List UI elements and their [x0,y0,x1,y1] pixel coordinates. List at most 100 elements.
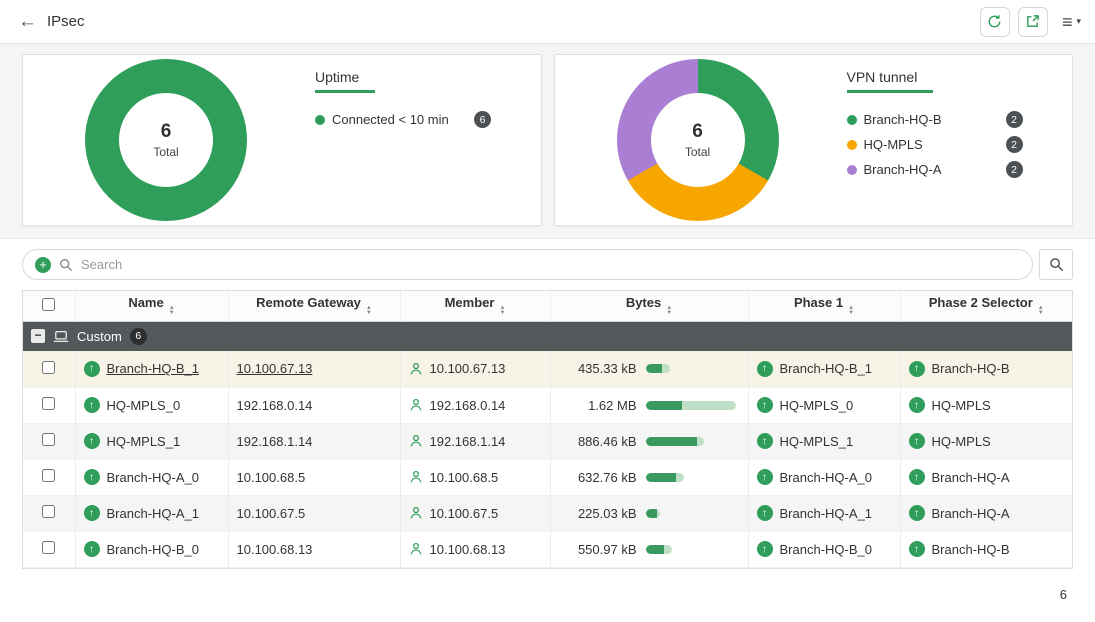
tunnel-name[interactable]: HQ-MPLS_0 [107,398,181,413]
tunnel-up-icon: ↑ [84,505,100,521]
phase2-name: Branch-HQ-B [932,361,1010,376]
user-icon [409,362,423,376]
column-header-member[interactable]: Member▲▼ [400,291,550,321]
tunnel-up-icon: ↑ [909,541,925,557]
phase2-name: Branch-HQ-A [932,506,1010,521]
bytes-value: 1.62 MB [559,398,637,413]
search-box[interactable]: + [22,249,1033,280]
refresh-button[interactable] [980,7,1010,37]
tunnel-name[interactable]: Branch-HQ-A_0 [107,470,199,485]
row-checkbox[interactable] [42,505,55,518]
topbar-actions: ≡ ▾ [980,7,1081,37]
donut-total: 6 [685,121,710,143]
search-button[interactable] [1039,249,1073,280]
vpn-tunnel-donut-chart[interactable]: 6 Total [617,59,779,221]
legend-label: Branch-HQ-A [864,162,942,177]
hamburger-menu-button[interactable]: ≡ ▾ [1062,13,1081,31]
row-checkbox[interactable] [42,361,55,374]
search-icon [59,258,73,272]
user-icon [409,542,423,556]
row-checkbox[interactable] [42,433,55,446]
member-ip: 10.100.67.5 [430,506,499,521]
bytes-value: 435.33 kB [559,361,637,376]
tunnel-up-icon: ↑ [757,397,773,413]
collapse-icon[interactable]: − [31,329,45,343]
row-checkbox[interactable] [42,469,55,482]
bytes-bar [646,437,704,446]
legend-dot [847,115,857,125]
bytes-bar [646,401,736,410]
tunnel-up-icon: ↑ [909,397,925,413]
sort-icon: ▲▼ [169,306,175,316]
add-filter-button[interactable]: + [35,257,51,273]
popout-button[interactable] [1018,7,1048,37]
legend-count-badge: 2 [1006,161,1023,178]
table-row[interactable]: ↑Branch-HQ-B_0 10.100.68.13 10.100.68.13… [23,531,1072,567]
tunnel-up-icon: ↑ [757,505,773,521]
legend-label: HQ-MPLS [864,137,923,152]
tunnel-up-icon: ↑ [757,541,773,557]
table-row[interactable]: ↑HQ-MPLS_0 192.168.0.14 192.168.0.14 1.6… [23,387,1072,423]
tunnel-up-icon: ↑ [909,469,925,485]
table-row[interactable]: ↑HQ-MPLS_1 192.168.1.14 192.168.1.14 886… [23,423,1072,459]
tunnel-name[interactable]: Branch-HQ-B_0 [107,542,199,557]
column-header-bytes[interactable]: Bytes▲▼ [550,291,748,321]
tunnel-up-icon: ↑ [84,469,100,485]
vpn-tunnel-card: 6 Total VPN tunnel Branch-HQ-B 2 HQ-MPLS… [554,54,1074,226]
donut-center: 6 Total [153,121,178,159]
uptime-donut-chart[interactable]: 6 Total [85,59,247,221]
bytes-value: 632.76 kB [559,470,637,485]
row-checkbox[interactable] [42,541,55,554]
legend-item-branch-hq-b[interactable]: Branch-HQ-B 2 [847,111,1023,128]
legend-count-badge: 2 [1006,136,1023,153]
back-button[interactable]: ← [18,11,37,33]
tunnel-name[interactable]: Branch-HQ-A_1 [107,506,199,521]
group-row-custom[interactable]: − Custom 6 [23,321,1072,351]
column-header-remote-gateway[interactable]: Remote Gateway▲▼ [228,291,400,321]
bytes-value: 886.46 kB [559,434,637,449]
tunnel-up-icon: ↑ [909,505,925,521]
legend-label: Connected < 10 min [332,112,449,127]
column-header-phase1[interactable]: Phase 1▲▼ [748,291,900,321]
sort-icon: ▲▼ [1038,306,1044,316]
search-input[interactable] [81,257,1020,272]
phase1-name: Branch-HQ-A_0 [780,470,872,485]
legend-dot [847,140,857,150]
remote-gateway: 10.100.68.5 [237,470,306,485]
table-row[interactable]: ↑Branch-HQ-A_1 10.100.67.5 10.100.67.5 2… [23,495,1072,531]
table-row[interactable]: ↑ Branch-HQ-B_1 10.100.67.13 10.100.67.13… [23,351,1072,387]
row-count: 6 [0,569,1095,602]
bytes-bar [646,473,684,482]
phase2-name: Branch-HQ-B [932,542,1010,557]
table-header-row: Name▲▼ Remote Gateway▲▼ Member▲▼ Bytes▲▼… [23,291,1072,321]
legend-title: Uptime [315,69,375,93]
summary-cards: 6 Total Uptime Connected < 10 min 6 6 To… [0,44,1095,239]
user-icon [409,434,423,448]
tunnel-name[interactable]: Branch-HQ-B_1 [107,361,199,376]
member-ip: 10.100.68.13 [430,542,506,557]
legend-item-connected[interactable]: Connected < 10 min 6 [315,111,491,128]
group-label: Custom [77,329,122,344]
column-header-phase2-selector[interactable]: Phase 2 Selector▲▼ [900,291,1072,321]
member-ip: 10.100.67.13 [430,361,506,376]
member-ip: 192.168.0.14 [430,398,506,413]
legend-item-branch-hq-a[interactable]: Branch-HQ-A 2 [847,161,1023,178]
remote-gateway: 10.100.67.13 [237,361,313,376]
table-row[interactable]: ↑Branch-HQ-A_0 10.100.68.5 10.100.68.5 6… [23,459,1072,495]
tunnel-up-icon: ↑ [757,361,773,377]
user-icon [409,470,423,484]
phase1-name: Branch-HQ-A_1 [780,506,872,521]
member-ip: 192.168.1.14 [430,434,506,449]
column-header-name[interactable]: Name▲▼ [75,291,228,321]
ipsec-table: Name▲▼ Remote Gateway▲▼ Member▲▼ Bytes▲▼… [22,290,1073,569]
legend-dot [847,165,857,175]
popout-icon [1025,14,1040,29]
select-all-checkbox[interactable] [42,298,55,311]
phase1-name: HQ-MPLS_1 [780,434,854,449]
search-icon [1049,257,1064,272]
tunnel-name[interactable]: HQ-MPLS_1 [107,434,181,449]
donut-total-label: Total [685,145,710,159]
page-title: IPsec [47,13,85,30]
row-checkbox[interactable] [42,397,55,410]
legend-item-hq-mpls[interactable]: HQ-MPLS 2 [847,136,1023,153]
